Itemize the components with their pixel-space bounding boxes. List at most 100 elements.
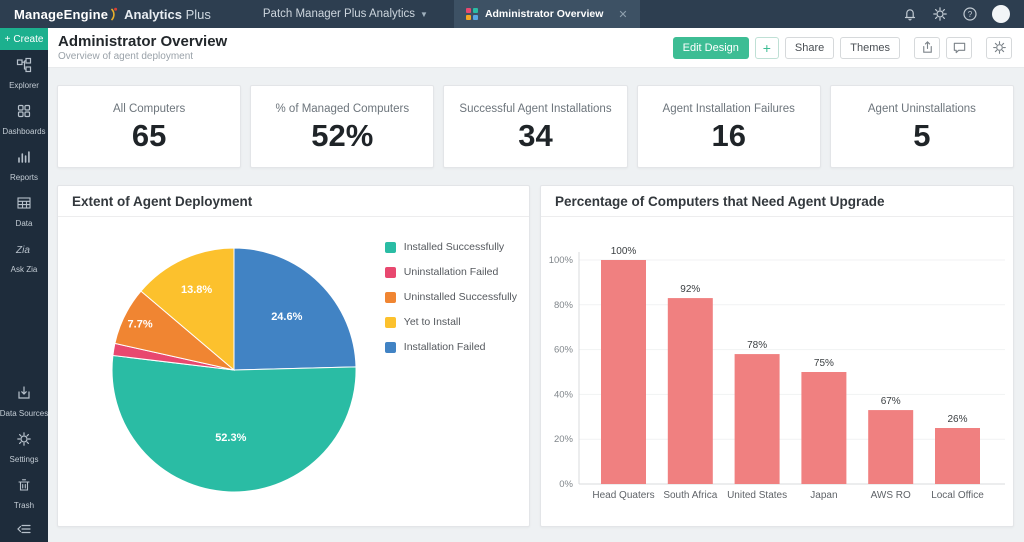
sidebar: + Create ExplorerDashboards Reports Data Zi… (0, 28, 48, 542)
brand-analytics-plus: Analytics Plus (124, 7, 211, 22)
pie-data-label: 52.3% (215, 432, 246, 444)
sidebar-item-explorer[interactable]: Explorer (0, 50, 48, 96)
dashboard-body: All Computers65 % of Managed Computers 52%… (48, 68, 1024, 542)
kpi-value: 52% (311, 120, 373, 151)
page-header-text: Administrator Overview Overview of agent… (58, 33, 227, 62)
workspace-selector[interactable]: Patch Manager Plus Analytics ▼ (263, 8, 428, 20)
bar-chart[interactable]: 0%20%40%60%80%100%100%Head Quaters92%Sou… (541, 217, 1013, 521)
page-subtitle: Overview of agent deployment (58, 51, 227, 62)
themes-button[interactable]: Themes (840, 37, 900, 59)
legend-label: Installation Failed (404, 341, 486, 353)
sidebar-item-reports[interactable]: Reports (0, 142, 48, 188)
legend-item-installation-failed[interactable]: Installation Failed (385, 341, 517, 353)
main-area: Administrator Overview Overview of agent… (48, 28, 1024, 542)
legend-label: Yet to Install (404, 316, 461, 328)
bar-value-label: 78% (747, 340, 767, 351)
kpi-card[interactable]: Agent Installation Failures16 (637, 85, 821, 168)
topbar-icons: ? (902, 5, 1024, 23)
notifications-bell-icon[interactable] (902, 6, 918, 22)
legend-label: Installed Successfully (404, 241, 504, 253)
add-widget-button[interactable]: + (755, 37, 779, 59)
sidebar-item-ask-zia[interactable]: ZiaAsk Zia (0, 234, 48, 280)
kpi-card[interactable]: All Computers65 (57, 85, 241, 168)
sidebar-item-trash[interactable]: Trash (0, 470, 48, 516)
kpi-card[interactable]: % of Managed Computers 52% (250, 85, 434, 168)
edit-design-button[interactable]: Edit Design (673, 37, 749, 59)
pie-chart-card: Extent of Agent Deployment 24.6%52.3%7.7… (57, 185, 530, 527)
sidebar-nav: ExplorerDashboards Reports Data ZiaAsk Zia (0, 50, 48, 280)
pie-chart[interactable]: 24.6%52.3%7.7%13.8% (58, 217, 410, 521)
x-axis-category-label: Local Office (931, 490, 984, 501)
bar-value-label: 26% (947, 414, 967, 425)
dashboard-settings-button[interactable] (986, 37, 1012, 59)
dashboard-tab-icon (466, 8, 478, 20)
sidebar-collapse-icon[interactable] (0, 516, 48, 542)
page-title: Administrator Overview (58, 33, 227, 50)
pie-slice-installed-successfully[interactable] (112, 356, 356, 492)
bar-south-africa[interactable] (668, 298, 713, 484)
x-axis-category-label: United States (727, 490, 787, 501)
bar-united-states[interactable] (735, 354, 780, 484)
help-icon[interactable]: ? (962, 6, 978, 22)
sidebar-item-label: Reports (10, 173, 38, 182)
sidebar-item-settings[interactable]: Settings (0, 424, 48, 470)
tab-administrator-overview[interactable]: Administrator Overview ✕ (454, 0, 640, 28)
kpi-label: % of Managed Computers (276, 103, 410, 115)
bar-head-quaters[interactable] (601, 260, 646, 484)
legend-item-uninstallation-failed[interactable]: Uninstallation Failed (385, 266, 517, 278)
pie-legend: Installed Successfully Uninstallation Fai… (385, 241, 517, 353)
y-axis-tick-label: 100% (549, 255, 574, 266)
svg-text:Zia: Zia (15, 245, 30, 256)
sidebar-item-data-sources[interactable]: Data Sources (0, 378, 48, 424)
reports-icon (16, 149, 32, 170)
kpi-card[interactable]: Agent Uninstallations 5 (830, 85, 1014, 168)
bar-aws-ro[interactable] (868, 410, 913, 484)
kpi-label: Agent Uninstallations (868, 103, 976, 115)
legend-swatch (385, 292, 396, 303)
pie-chart-body[interactable]: 24.6%52.3%7.7%13.8% Installed Successful… (58, 217, 529, 526)
bar-local-office[interactable] (935, 428, 980, 484)
legend-swatch (385, 267, 396, 278)
export-button[interactable] (914, 37, 940, 59)
sidebar-item-dashboards[interactable]: Dashboards (0, 96, 48, 142)
pie-slice-installation-failed[interactable] (234, 248, 356, 370)
topbar: ManageEngine Analytics Plus Patch Manage… (0, 0, 1024, 28)
pie-data-label: 24.6% (271, 311, 302, 323)
bar-chart-body[interactable]: 0%20%40%60%80%100%100%Head Quaters92%Sou… (541, 217, 1013, 526)
settings-gear-icon[interactable] (932, 6, 948, 22)
kpi-card[interactable]: Successful Agent Installations34 (443, 85, 627, 168)
kpi-value: 34 (518, 120, 552, 151)
user-avatar[interactable] (992, 5, 1010, 23)
create-button[interactable]: + Create (0, 28, 48, 50)
brand-manageengine: ManageEngine (14, 7, 108, 22)
legend-label: Uninstallation Failed (404, 266, 499, 278)
share-button[interactable]: Share (785, 37, 834, 59)
kpi-value: 5 (913, 120, 930, 151)
x-axis-category-label: South Africa (663, 490, 717, 501)
kpi-label: Agent Installation Failures (663, 103, 795, 115)
sidebar-item-data[interactable]: Data (0, 188, 48, 234)
bar-japan[interactable] (801, 372, 846, 484)
bar-value-label: 67% (881, 396, 901, 407)
brand-swoosh-icon (110, 7, 119, 22)
sidebar-item-label: Data (16, 219, 33, 228)
legend-swatch (385, 342, 396, 353)
comments-button[interactable] (946, 37, 972, 59)
pie-data-label: 7.7% (128, 318, 153, 330)
header-actions: Edit Design + Share Themes (673, 37, 1012, 59)
legend-item-yet-to-install[interactable]: Yet to Install (385, 316, 517, 328)
y-axis-tick-label: 80% (554, 300, 574, 311)
legend-item-uninstalled-successfully[interactable]: Uninstalled Successfully (385, 291, 517, 303)
kpi-row: All Computers65 % of Managed Computers 52%… (57, 85, 1014, 168)
svg-text:?: ? (968, 10, 973, 19)
tab-close-icon[interactable]: ✕ (618, 8, 627, 21)
y-axis-tick-label: 20% (554, 434, 574, 445)
bar-chart-header: Percentage of Computers that Need Agent … (541, 186, 1013, 217)
legend-swatch (385, 317, 396, 328)
y-axis-tick-label: 0% (559, 479, 573, 490)
sidebar-item-label: Data Sources (0, 409, 48, 418)
bar-value-label: 100% (611, 246, 637, 257)
kpi-value: 65 (132, 120, 166, 151)
explorer-icon (16, 57, 32, 78)
legend-item-installed-successfully[interactable]: Installed Successfully (385, 241, 517, 253)
